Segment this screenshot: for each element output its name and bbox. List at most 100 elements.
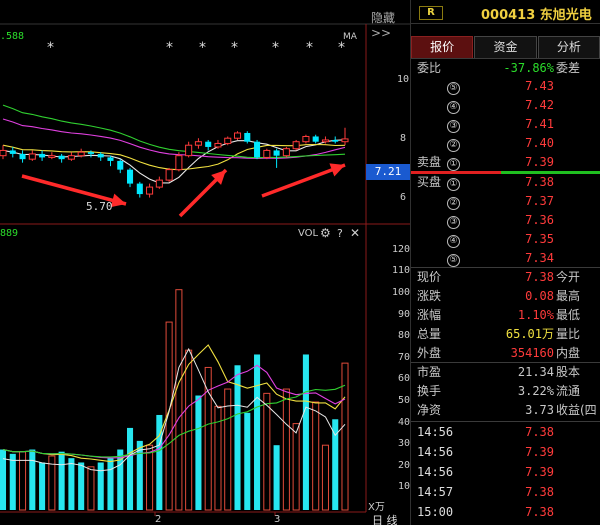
- stat-row: 市盈 21.34 股本: [411, 363, 600, 382]
- order-price: 7.38: [525, 175, 554, 189]
- stat-tail-label: 内盘: [556, 346, 581, 360]
- price-axis-10: 10: [397, 74, 410, 85]
- vol-axis-10: 10: [398, 481, 411, 492]
- volume-bar: [244, 412, 251, 510]
- tick-row[interactable]: 14:56 7.39: [411, 443, 600, 462]
- kline-chart[interactable]: * * * * * * *: [0, 0, 410, 525]
- stat-tail-label: 股本: [556, 365, 581, 379]
- vol-axis-50: 50: [398, 395, 411, 406]
- tick-price: 7.39: [525, 465, 554, 479]
- buy-order-row[interactable]: ③ 7.36: [411, 211, 600, 230]
- volume-bar: [87, 466, 95, 511]
- order-price: 7.37: [525, 194, 554, 208]
- sell-order-row[interactable]: ② 7.40: [411, 134, 600, 153]
- candle-body: [332, 139, 339, 142]
- quote-tabs: 报价 资金 分析: [411, 36, 600, 58]
- star-marker: *: [338, 40, 345, 56]
- candle-body: [146, 186, 154, 195]
- stat-label: 涨幅: [417, 308, 442, 322]
- ma20-line: [2, 118, 346, 159]
- tick-row[interactable]: 14:57 7.38: [411, 483, 600, 502]
- tick-price: 7.38: [525, 425, 554, 439]
- volume-bar: [341, 362, 349, 511]
- order-price: 7.36: [525, 213, 554, 227]
- period-label[interactable]: 日 线: [372, 512, 398, 525]
- candle-body: [175, 155, 183, 171]
- candle-body: [244, 132, 251, 142]
- sell-order-row[interactable]: 卖盘 ① 7.39: [411, 153, 600, 172]
- tick-row[interactable]: 14:56 7.38: [411, 423, 600, 442]
- vol-axis-70: 70: [398, 352, 411, 363]
- tick-time: 14:56: [417, 445, 454, 459]
- tab-quote[interactable]: 报价: [411, 36, 474, 58]
- volume-bar: [195, 395, 202, 510]
- buy-order-row[interactable]: ⑤ 7.34: [411, 249, 600, 268]
- stat-value: 21.34: [517, 365, 554, 379]
- candle-body: [194, 141, 202, 146]
- volume-bar: [263, 392, 271, 511]
- tick-row[interactable]: 14:56 7.39: [411, 463, 600, 482]
- close-icon[interactable]: ✕: [350, 226, 360, 240]
- tick-row[interactable]: 15:00 7.38: [411, 503, 600, 522]
- stat-value: 7.38: [525, 270, 554, 284]
- tab-funds[interactable]: 资金: [474, 36, 537, 58]
- quote-panel: R 000413 东旭光电 报价 资金 分析 委比 -37.86% 委差 ⑤ 7.…: [410, 0, 600, 525]
- volume-bar: [224, 388, 232, 511]
- sell-order-row[interactable]: ③ 7.41: [411, 115, 600, 134]
- volume-bar: [321, 444, 329, 511]
- candle-body: [165, 169, 173, 181]
- candle-body: [97, 153, 104, 158]
- stat-value: 1.10%: [517, 308, 554, 322]
- volume-bar: [68, 458, 75, 510]
- candle-body: [214, 142, 222, 148]
- candle-body: [19, 153, 26, 160]
- volume-bar: [292, 423, 300, 511]
- weibi-label: 委比: [417, 61, 442, 75]
- candle-body: [302, 135, 310, 143]
- quote-row: 总量 65.01万 量比: [411, 325, 600, 344]
- order-price: 7.40: [525, 136, 554, 150]
- stat-tail-label: 收益(四: [556, 403, 597, 417]
- buy-order-row[interactable]: ② 7.37: [411, 192, 600, 211]
- candle-body: [67, 155, 75, 160]
- volume-bar: [234, 365, 241, 510]
- volume-bar: [58, 451, 65, 510]
- kline-chart-panel[interactable]: * * * * * * * .588 MA 隐藏>> 5.70 7.21 889 VOL ⚙…: [0, 0, 410, 525]
- stat-label: 现价: [417, 270, 442, 284]
- order-price: 7.39: [525, 155, 554, 169]
- candle-body: [126, 169, 134, 184]
- volume-bar: [107, 458, 114, 510]
- vol-axis-90: 90: [398, 309, 411, 320]
- tab-analysis[interactable]: 分析: [537, 36, 600, 58]
- order-level: ②: [447, 134, 460, 153]
- volume-bar: [254, 354, 261, 510]
- quote-row: 涨幅 1.10% 最低: [411, 306, 600, 325]
- weibi-row: 委比 -37.86% 委差: [411, 59, 600, 78]
- stat-row: 净资 3.73 收益(四: [411, 401, 600, 420]
- tick-price: 7.38: [525, 485, 554, 499]
- volume-bar: [146, 444, 154, 511]
- price-axis-6: 6: [400, 192, 407, 203]
- candle-body: [282, 148, 290, 157]
- stat-tail-label: 最低: [556, 308, 581, 322]
- quote-row: 涨跌 0.08 最高: [411, 287, 600, 306]
- candle-body: [273, 150, 280, 156]
- sell-order-row[interactable]: ④ 7.42: [411, 96, 600, 115]
- order-level: ⑤: [447, 77, 460, 96]
- stat-row: 换手 3.22% 流通: [411, 382, 600, 401]
- star-marker: *: [199, 40, 206, 56]
- buy-order-row[interactable]: 买盘 ① 7.38: [411, 173, 600, 192]
- buy-order-row[interactable]: ④ 7.35: [411, 230, 600, 249]
- stat-tail-label: 今开: [556, 270, 581, 284]
- help-icon[interactable]: ?: [337, 227, 343, 240]
- order-level: ④: [447, 230, 460, 249]
- hide-button[interactable]: 隐藏>>: [371, 9, 410, 40]
- vol-axis-20: 20: [398, 460, 411, 471]
- candle-body: [205, 141, 212, 147]
- gear-icon[interactable]: ⚙: [320, 226, 331, 240]
- vol-axis-40: 40: [398, 417, 411, 428]
- star-marker: *: [47, 40, 54, 56]
- tick-time: 15:00: [417, 505, 454, 519]
- sell-order-row[interactable]: ⑤ 7.43: [411, 77, 600, 96]
- ma40-line: [2, 104, 346, 159]
